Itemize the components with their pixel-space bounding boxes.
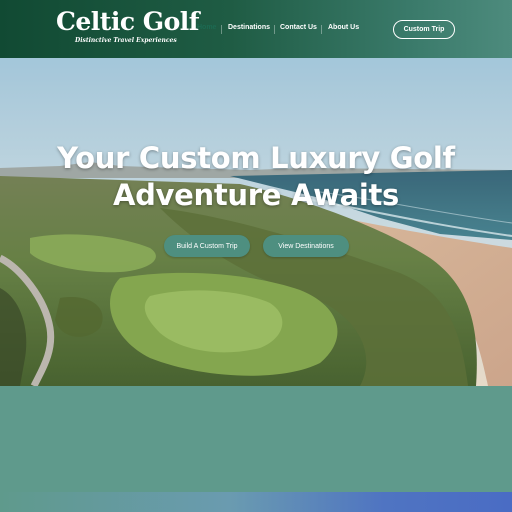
nav-divider xyxy=(221,25,222,34)
site-header: Celtic Golf Distinctive Travel Experienc… xyxy=(0,0,512,58)
nav-divider xyxy=(321,25,322,34)
view-destinations-button[interactable]: View Destinations xyxy=(263,235,349,257)
hero-section: Your Custom Luxury Golf Adventure Awaits… xyxy=(0,58,512,386)
brand-logo[interactable]: Celtic Golf Distinctive Travel Experienc… xyxy=(56,7,200,45)
content-band xyxy=(0,386,512,492)
hero-title: Your Custom Luxury Golf Adventure Awaits xyxy=(0,140,512,214)
hero-title-line-2: Adventure Awaits xyxy=(112,178,400,212)
hero-golf-course-image xyxy=(0,58,512,386)
brand-tagline: Distinctive Travel Experiences xyxy=(75,37,177,44)
nav-item-home[interactable]: Home xyxy=(197,24,216,31)
build-custom-trip-button[interactable]: Build A Custom Trip xyxy=(164,235,250,257)
nav-divider xyxy=(274,25,275,34)
nav-item-destinations[interactable]: Destinations xyxy=(228,24,270,31)
nav-item-about[interactable]: About Us xyxy=(328,24,359,31)
bottom-gradient-strip xyxy=(0,492,512,512)
nav-item-contact[interactable]: Contact Us xyxy=(280,24,317,31)
custom-trip-button[interactable]: Custom Trip xyxy=(393,20,455,39)
hero-title-line-1: Your Custom Luxury Golf xyxy=(57,141,455,175)
brand-title: Celtic Golf xyxy=(56,7,200,36)
